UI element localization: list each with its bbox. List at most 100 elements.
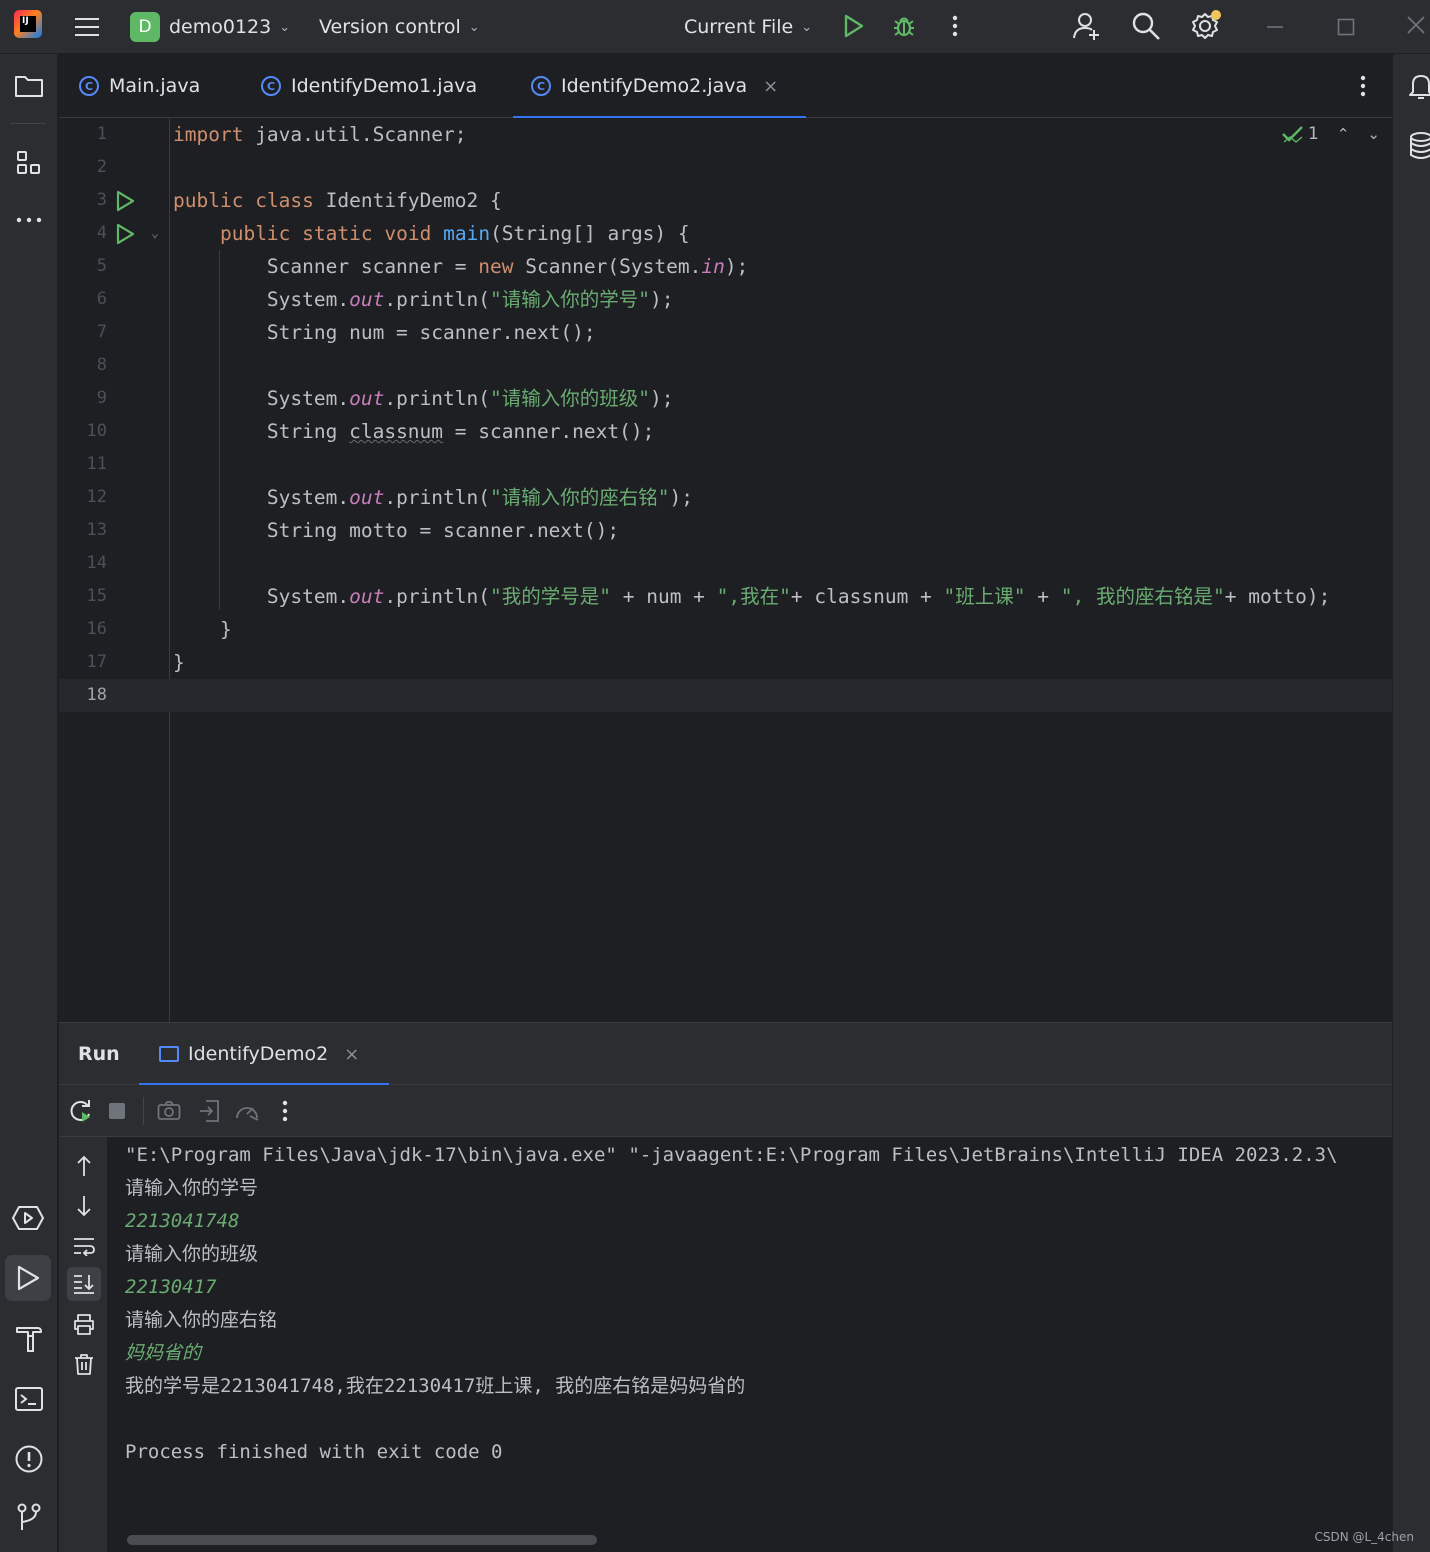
fold-chevron-icon[interactable]: ⌄ (151, 217, 159, 250)
code-line[interactable]: 12 System.out.println("请输入你的座右铭"); (59, 481, 1392, 514)
run-tool-icon[interactable] (5, 1255, 51, 1301)
code-text: public static void main(String[] args) { (219, 222, 690, 245)
code-line[interactable]: 7 String num = scanner.next(); (59, 316, 1392, 349)
close-run-tab-icon[interactable]: × (344, 1044, 359, 1065)
more-vertical-icon[interactable] (1352, 72, 1374, 100)
line-number: 5 (96, 256, 107, 276)
tab-main-java[interactable]: C Main.java (79, 54, 200, 118)
console-output[interactable]: "E:\Program Files\Java\jdk-17\bin\java.e… (125, 1139, 1392, 1539)
console-line: 请输入你的学号 (125, 1177, 259, 1199)
console-gutter (59, 1137, 107, 1552)
tab-identifydemo2-java[interactable]: C IdentifyDemo2.java × (512, 54, 807, 119)
code-line[interactable]: 3 public class IdentifyDemo2 { (59, 184, 1392, 217)
stop-icon[interactable] (105, 1099, 129, 1123)
run-config-label: Current File (684, 16, 794, 38)
search-icon[interactable] (1130, 10, 1162, 42)
clear-trash-icon[interactable] (71, 1351, 97, 1377)
code-line[interactable]: 18 (59, 679, 1392, 712)
run-tab-identifydemo2[interactable]: IdentifyDemo2 × (138, 1023, 390, 1086)
structure-icon[interactable] (13, 147, 45, 179)
code-text: System.out.println("请输入你的班级"); (173, 387, 674, 410)
line-number: 2 (96, 157, 107, 177)
close-icon[interactable] (1403, 12, 1429, 38)
profiler-icon[interactable] (233, 1097, 261, 1125)
soft-wrap-icon[interactable] (71, 1233, 97, 1259)
code-line[interactable]: 5 Scanner scanner = new Scanner(System.i… (59, 250, 1392, 283)
project-folder-icon[interactable] (13, 70, 45, 102)
settings-icon[interactable] (1189, 8, 1223, 42)
line-number: 3 (96, 190, 107, 210)
line-number: 18 (86, 685, 107, 705)
chevron-down-icon: ⌄ (468, 19, 480, 35)
console-user-input: 2213041748 (125, 1210, 240, 1232)
chevron-down-icon: ⌄ (279, 19, 291, 35)
run-config-selector[interactable]: Current File ⌄ (684, 0, 812, 54)
hamburger-menu-icon[interactable] (72, 0, 102, 54)
scroll-up-icon[interactable] (71, 1153, 97, 1179)
code-line[interactable]: 4 ⌄ public static void main(String[] args… (59, 217, 1392, 250)
code-line[interactable]: 13 String motto = scanner.next(); (59, 514, 1392, 547)
code-editor[interactable]: 1 ⌃ ⌄ 1 import java.util.Scanner; 2 3 public… (59, 118, 1392, 1022)
left-tool-strip (0, 54, 58, 1552)
database-icon[interactable] (1407, 130, 1430, 162)
notifications-bell-icon[interactable] (1407, 70, 1430, 102)
console-user-input: 妈妈省的 (125, 1342, 202, 1364)
more-vertical-icon[interactable] (944, 12, 966, 40)
rerun-icon[interactable] (67, 1097, 95, 1125)
code-line[interactable]: 15 System.out.println("我的学号是" + num + ",… (59, 580, 1392, 613)
run-icon[interactable] (840, 12, 868, 40)
right-tool-strip (1392, 54, 1430, 1552)
more-horizontal-icon[interactable] (13, 206, 45, 234)
tab-identifydemo1-java[interactable]: C IdentifyDemo1.java (261, 54, 477, 118)
services-icon[interactable] (11, 1201, 45, 1235)
git-icon[interactable] (12, 1500, 46, 1534)
project-name: demo0123 (169, 16, 272, 38)
editor-tab-bar: C Main.java C IdentifyDemo1.java C Ident… (59, 54, 1392, 119)
code-text: } (173, 651, 185, 674)
screenshot-icon[interactable] (155, 1097, 183, 1125)
code-line[interactable]: 11 (59, 448, 1392, 481)
run-header: Run IdentifyDemo2 × (59, 1023, 1392, 1086)
minimize-icon[interactable] (1262, 14, 1288, 40)
code-line[interactable]: 1 import java.util.Scanner; (59, 118, 1392, 151)
code-line[interactable]: 16 } (59, 613, 1392, 646)
chevron-down-icon: ⌄ (801, 19, 813, 35)
run-gutter-icon[interactable] (115, 189, 137, 212)
line-number: 8 (96, 355, 107, 375)
run-gutter-icon[interactable] (115, 222, 137, 245)
code-line[interactable]: 2 (59, 151, 1392, 184)
watermark: CSDN @L_4chen (1314, 1530, 1414, 1544)
scroll-down-icon[interactable] (71, 1193, 97, 1219)
java-class-icon: C (531, 76, 551, 96)
code-line[interactable]: 10 String classnum = scanner.next(); (59, 415, 1392, 448)
project-badge[interactable]: D (130, 12, 160, 42)
line-number: 15 (86, 586, 107, 606)
more-vertical-icon[interactable] (275, 1097, 295, 1125)
code-line[interactable]: 6 System.out.println("请输入你的学号"); (59, 283, 1392, 316)
line-number: 1 (96, 124, 107, 144)
run-tab-label: IdentifyDemo2 (188, 1043, 329, 1065)
version-control-label: Version control (319, 16, 461, 38)
add-user-icon[interactable] (1071, 10, 1103, 42)
code-line[interactable]: 8 (59, 349, 1392, 382)
code-line[interactable]: 9 System.out.println("请输入你的班级"); (59, 382, 1392, 415)
code-text: System.out.println("请输入你的学号"); (173, 288, 674, 311)
problems-icon[interactable] (12, 1442, 46, 1476)
line-number: 14 (86, 553, 107, 573)
debug-icon[interactable] (889, 11, 919, 41)
build-hammer-icon[interactable] (12, 1321, 46, 1355)
exit-icon[interactable] (195, 1097, 223, 1125)
app-logo[interactable]: IJ (14, 10, 42, 38)
version-control-menu[interactable]: Version control ⌄ (319, 0, 480, 54)
print-icon[interactable] (71, 1311, 97, 1337)
code-line[interactable]: 17} (59, 646, 1392, 679)
code-line[interactable]: 14 (59, 547, 1392, 580)
maximize-icon[interactable] (1333, 14, 1359, 40)
close-tab-icon[interactable]: × (763, 76, 778, 97)
terminal-icon[interactable] (12, 1382, 46, 1416)
project-selector[interactable]: demo0123 ⌄ (169, 0, 290, 54)
scroll-to-end-icon[interactable] (67, 1267, 101, 1301)
java-class-icon: C (79, 76, 99, 96)
console-horizontal-scrollbar[interactable] (127, 1535, 597, 1545)
